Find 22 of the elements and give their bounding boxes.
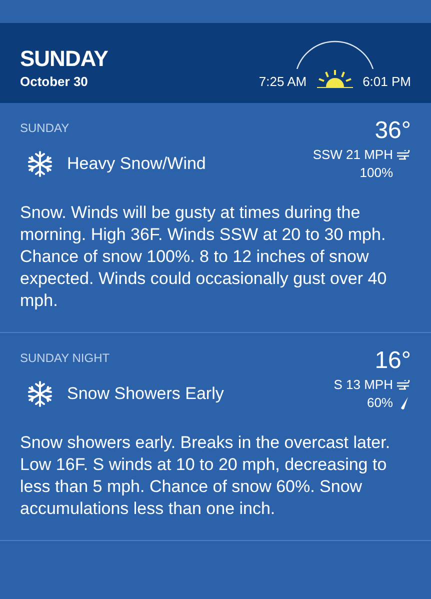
wind-icon: [397, 380, 411, 390]
forecast-description: Snow showers early. Breaks in the overcast later. Low 16F. S winds at 10 to 20 mph, decreasing to less than 5 mph. Chance of snow 60%. Snow accumulations less than one inch.: [20, 432, 392, 520]
precip-chance: 100%: [360, 165, 393, 180]
date-label: October 30: [20, 74, 89, 89]
sun-arc-icon: [294, 39, 375, 69]
temperature: 16°: [374, 347, 411, 375]
wind-speed: SSW 21 MPH: [312, 147, 393, 162]
sunset-time: 6:01 PM: [362, 74, 411, 89]
sunrise-time: 7:25 AM: [258, 74, 307, 89]
period-name: SUNDAY NIGHT: [20, 351, 110, 365]
snowflake-icon: [26, 380, 54, 408]
forecast-description: Snow. Winds will be gusty at times during the morning. High 36F. Winds SSW at 20 to 30 mph. Chance of snow 100%. 8 to 12 inches of snow expected. Winds could occasionally gust over 40 mph.: [20, 202, 388, 312]
wind-icon: [397, 150, 411, 160]
precip-chance: 60%: [366, 395, 393, 410]
sunrise-icon: [316, 69, 353, 89]
snowflake-icon: [26, 150, 54, 178]
day-title: SUNDAY: [20, 46, 108, 72]
condition-label: Snow Showers Early: [67, 384, 224, 404]
temperature: 36°: [374, 117, 411, 145]
wind-speed: S 13 MPH: [334, 377, 393, 392]
period-name: SUNDAY: [20, 121, 70, 135]
condition-label: Heavy Snow/Wind: [67, 154, 206, 174]
